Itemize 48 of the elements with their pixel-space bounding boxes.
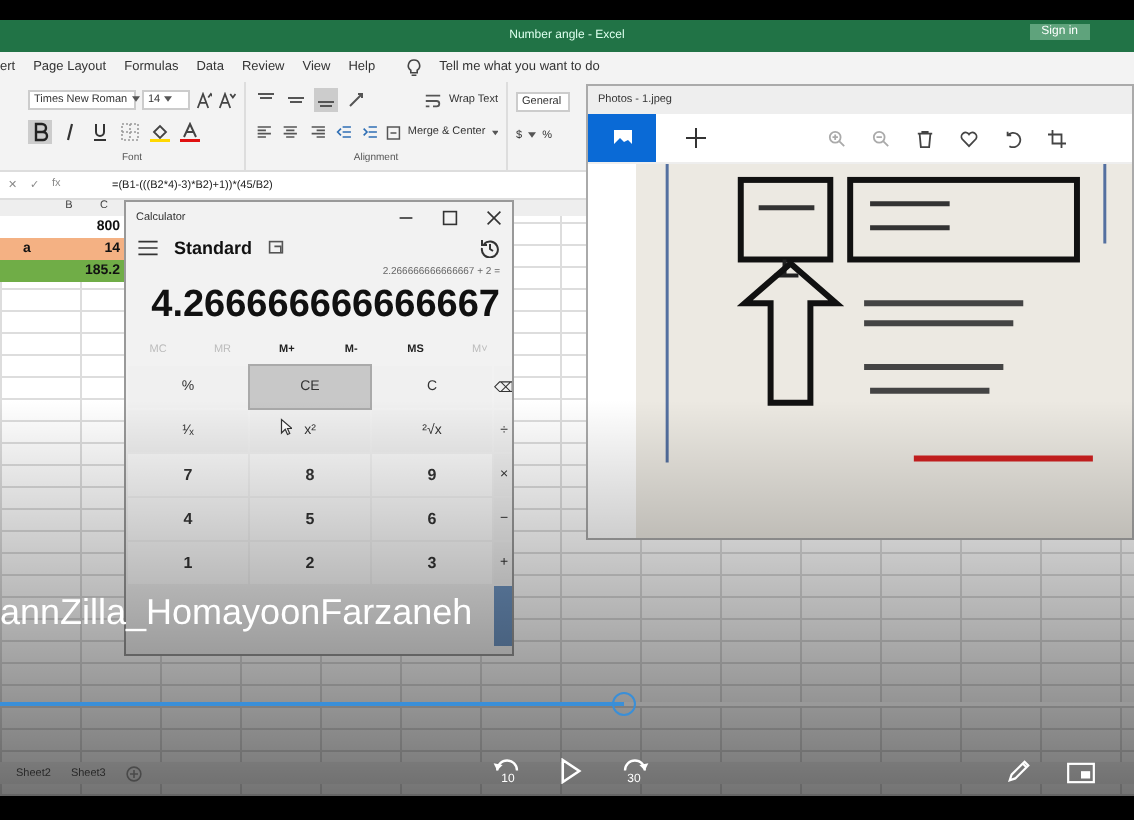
align-right-icon[interactable] [307, 120, 328, 144]
maximize-icon[interactable] [442, 210, 458, 226]
mouse-cursor-icon [280, 418, 292, 436]
calculator-key[interactable]: 2 [250, 542, 370, 584]
decrease-indent-icon[interactable] [333, 120, 355, 144]
underline-icon[interactable] [88, 120, 112, 144]
calculator-key[interactable]: 7 [128, 454, 248, 496]
wrap-text-icon[interactable] [424, 91, 443, 109]
calculator-key[interactable]: 9 [372, 454, 492, 496]
calculator-key[interactable]: 1 [128, 542, 248, 584]
lightbulb-icon [405, 57, 422, 77]
calculator-key[interactable]: 6 [372, 498, 492, 540]
gallery-icon[interactable] [588, 114, 656, 162]
keep-on-top-icon[interactable] [268, 240, 285, 256]
calculator-key[interactable]: 4 [128, 498, 248, 540]
merge-icon[interactable] [386, 123, 402, 141]
result-display: 4.266666666666667 [149, 282, 502, 330]
progress-thumb[interactable] [611, 692, 636, 716]
crop-icon[interactable] [1048, 129, 1066, 147]
calculator-key[interactable]: 3 [372, 542, 492, 584]
play-icon[interactable] [560, 758, 582, 784]
align-bottom-icon[interactable] [314, 88, 338, 112]
caret-icon[interactable] [528, 132, 537, 138]
caret-icon[interactable] [131, 96, 140, 103]
heart-icon[interactable] [960, 129, 978, 147]
grow-font-icon[interactable] [195, 91, 213, 109]
caret-icon[interactable] [164, 96, 173, 103]
delete-icon[interactable] [916, 129, 934, 147]
caret-icon[interactable] [491, 129, 498, 135]
menu-icon[interactable] [138, 240, 158, 256]
picture-in-picture-icon[interactable] [1066, 762, 1096, 784]
align-center-icon[interactable] [280, 120, 302, 144]
add-icon[interactable] [686, 128, 706, 148]
fill-color-icon[interactable] [148, 120, 172, 144]
mode-title: Standard [174, 238, 253, 258]
rotate-icon[interactable] [1004, 129, 1022, 147]
history-icon[interactable] [480, 238, 500, 258]
progress-track[interactable] [0, 692, 1134, 718]
close-icon[interactable] [486, 210, 502, 226]
pen-icon[interactable] [1006, 758, 1032, 784]
orientation-icon[interactable] [344, 88, 368, 112]
bold-icon[interactable] [28, 120, 52, 144]
calculator-key[interactable]: 8 [250, 454, 370, 496]
increase-indent-icon[interactable] [360, 120, 381, 144]
font-color-icon[interactable] [178, 120, 202, 144]
align-left-icon[interactable] [254, 120, 275, 144]
shrink-font-icon[interactable] [218, 91, 236, 109]
calculator-key[interactable]: 5 [250, 498, 370, 540]
